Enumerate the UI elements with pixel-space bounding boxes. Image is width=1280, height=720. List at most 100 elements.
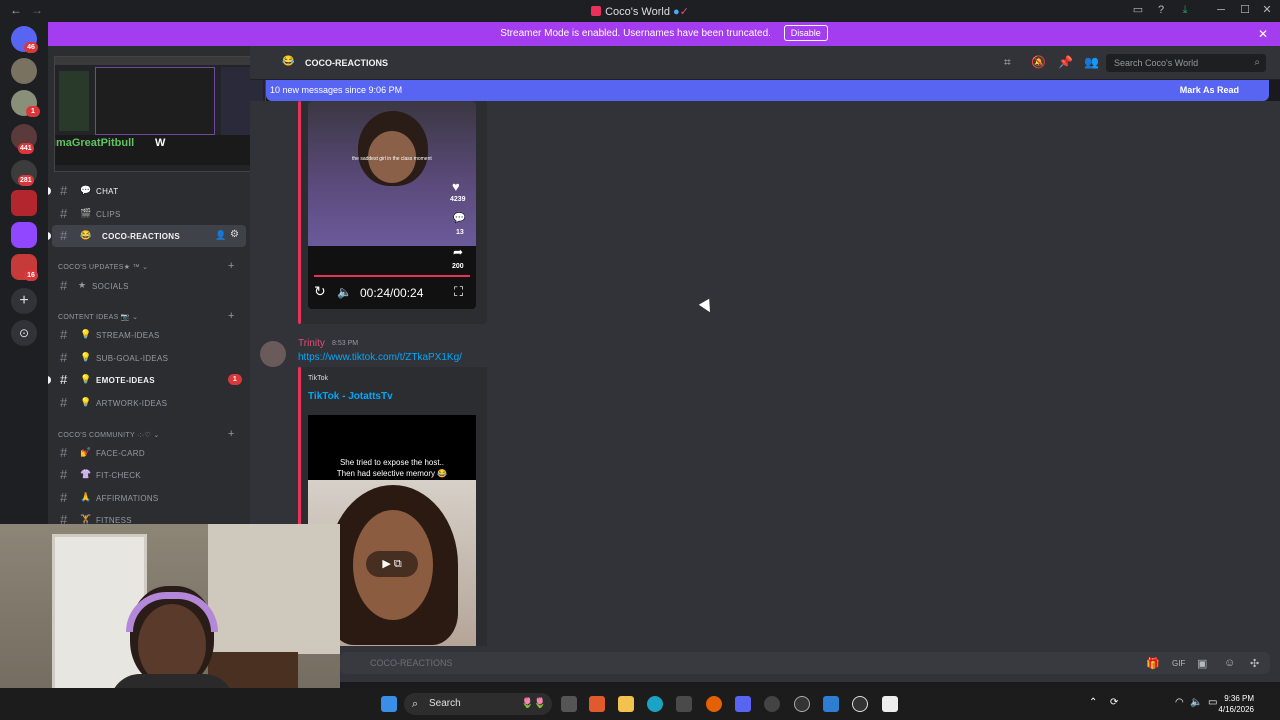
server-avatar[interactable] [11, 58, 37, 84]
server-badge: 1 [26, 106, 40, 117]
volume-icon[interactable]: 🔈 [337, 285, 352, 299]
message-link[interactable]: https://www.tiktok.com/t/ZTkaPX1Kg/ [298, 352, 462, 363]
server-badge: 281 [18, 175, 34, 186]
wifi-icon[interactable]: ◠ [1175, 697, 1184, 708]
explore-icon[interactable]: ⊙ [11, 320, 37, 346]
chatgpt-icon[interactable] [852, 696, 868, 712]
firefox-icon[interactable] [706, 696, 722, 712]
volume-icon[interactable]: 🔈 [1190, 697, 1202, 708]
hash-icon: # [60, 327, 68, 342]
hash-icon: # [60, 490, 68, 505]
edge-icon[interactable] [647, 696, 663, 712]
channel-emote-ideas[interactable]: # 💡 EMOTE-IDEAS 1 [48, 369, 250, 391]
add-channel-icon[interactable]: + [228, 310, 235, 322]
file-explorer-icon[interactable] [618, 696, 634, 712]
channel-sub-goal-ideas[interactable]: # 💡 SUB-GOAL-IDEAS [48, 347, 250, 369]
title-bar: ← → Coco's World ●✓ ▭ ? ⤓ ─ ☐ ✕ [0, 0, 1280, 22]
clock-time: 9:36 PM [1224, 694, 1254, 703]
video-caption: She tried to expose the host.. Then had … [336, 458, 448, 478]
taskbar-app-icon[interactable] [764, 696, 780, 712]
video-player[interactable]: the saddest girl in the class moment ♥ 4… [308, 101, 476, 309]
channel-face-card[interactable]: # 💅 FACE-CARD [48, 442, 250, 464]
comment-icon[interactable]: 💬 [453, 213, 465, 224]
twitch-server-icon[interactable] [11, 222, 37, 248]
battery-icon[interactable]: ▭ [1208, 697, 1217, 708]
server-avatar[interactable] [11, 190, 37, 216]
channel-clips[interactable]: # 🎬 CLIPS [48, 203, 250, 225]
channel-fit-check[interactable]: # 👚 FIT-CHECK [48, 464, 250, 486]
channel-emoji: ★ [78, 280, 87, 290]
emoji-icon[interactable]: ☺ [1224, 657, 1235, 669]
sticker-icon[interactable]: ▣ [1197, 657, 1207, 670]
fullscreen-icon[interactable]: ⛶ [454, 284, 463, 300]
preview-toolbar [55, 57, 265, 65]
embed-accent-bar [298, 101, 301, 324]
mark-as-read-button[interactable]: Mark As Read [1180, 80, 1239, 101]
channel-coco-reactions[interactable]: # 😂 COCO-REACTIONS 👤 ⚙ [48, 225, 246, 247]
apps-icon[interactable]: ✣ [1250, 657, 1259, 670]
show-hidden-icons[interactable]: ⌃ [1089, 697, 1097, 708]
settings-gear-icon[interactable]: ⚙ [230, 229, 239, 240]
threads-icon[interactable]: ⌗ [1004, 55, 1011, 70]
category-content-ideas[interactable]: CONTENT IDEAS 📷 ⌄ + [58, 310, 234, 322]
maximize-icon[interactable]: ☐ [1239, 4, 1251, 16]
channel-artwork-ideas[interactable]: # 💡 ARTWORK-IDEAS [48, 392, 250, 414]
add-channel-icon[interactable]: + [228, 428, 235, 440]
embed-title[interactable]: TikTok - JotattsTv [308, 391, 393, 402]
taskbar-search[interactable]: ⌕ Search 🌷🌷 [404, 693, 552, 715]
play-button[interactable]: ▶ ⧉ [366, 551, 418, 577]
discord-icon[interactable] [735, 696, 751, 712]
avatar[interactable] [260, 341, 286, 367]
minimize-icon[interactable]: ─ [1215, 4, 1227, 16]
webcam-wall [208, 524, 340, 654]
category-coco-community[interactable]: COCO'S COMMUNITY ·:·♡ ⌄ + [58, 428, 234, 440]
help-icon[interactable]: ? [1155, 4, 1167, 16]
channel-stream-ideas[interactable]: # 💡 STREAM-IDEAS [48, 324, 250, 346]
channel-label: STREAM-IDEAS [96, 331, 160, 340]
task-view-icon[interactable] [561, 696, 577, 712]
category-label: COCO'S COMMUNITY ·:·♡ [58, 432, 152, 439]
add-server-icon[interactable]: + [11, 288, 37, 314]
message-input[interactable]: COCO-REACTIONS [340, 652, 1270, 674]
invite-icon[interactable]: 👤 [215, 230, 227, 241]
taskbar-app-icon[interactable] [589, 696, 605, 712]
channel-affirmations[interactable]: # 🙏 AFFIRMATIONS [48, 487, 250, 509]
inbox-icon[interactable]: ▭ [1132, 4, 1144, 16]
taskbar-app-icon[interactable] [823, 696, 839, 712]
category-coco-updates[interactable]: COCO'S UPDATES★ ™ ⌄ + [58, 260, 234, 272]
message-author[interactable]: Trinity [298, 338, 325, 349]
video-time: 00:24/00:24 [360, 286, 424, 300]
category-label: CONTENT IDEAS 📷 [58, 314, 130, 321]
embed-provider: TikTok [308, 375, 328, 382]
windows-start-icon[interactable] [381, 696, 397, 712]
banner-text: Streamer Mode is enabled. Usernames have… [500, 28, 771, 39]
notification-bell-icon[interactable]: 🔕 [1031, 55, 1046, 69]
media-player-icon[interactable] [794, 696, 810, 712]
gift-icon[interactable]: 🎁 [1146, 657, 1160, 670]
new-messages-bar[interactable]: 10 new messages since 9:06 PM Mark As Re… [266, 80, 1269, 101]
home-badge: 46 [24, 42, 38, 53]
channel-emoji: 🙏 [80, 492, 92, 502]
obs-icon[interactable] [882, 696, 898, 712]
pin-icon[interactable]: 📌 [1058, 55, 1073, 69]
store-icon[interactable] [676, 696, 692, 712]
add-channel-icon[interactable]: + [228, 260, 235, 272]
channel-label: FACE-CARD [96, 449, 145, 458]
gif-icon[interactable]: GIF [1172, 659, 1185, 668]
download-icon[interactable]: ⤓ [1179, 4, 1191, 16]
share-icon[interactable]: ➦ [453, 245, 463, 259]
channel-socials[interactable]: # ★ SOCIALS [48, 275, 250, 297]
like-icon[interactable]: ♥ [452, 179, 460, 194]
chat-bar: COCO-REACTIONS 🎁 GIF ▣ ☺ ✣ [340, 646, 1280, 682]
category-label: COCO'S UPDATES★ ™ [58, 264, 140, 271]
disable-button[interactable]: Disable [783, 25, 828, 41]
sync-icon[interactable]: ⟳ [1110, 697, 1118, 708]
progress-bar[interactable] [314, 275, 470, 277]
close-banner-icon[interactable]: ✕ [1258, 22, 1268, 46]
member-list-icon[interactable]: 👥 [1084, 55, 1099, 69]
channel-chat[interactable]: # 💬 CHAT [48, 180, 250, 202]
search-input[interactable]: Search Coco's World ⌕ [1106, 54, 1266, 72]
taskbar-clock[interactable]: 9:36 PM 4/16/2026 [1218, 693, 1254, 715]
replay-icon[interactable]: ↻ [314, 283, 326, 300]
close-window-icon[interactable]: ✕ [1261, 4, 1273, 16]
